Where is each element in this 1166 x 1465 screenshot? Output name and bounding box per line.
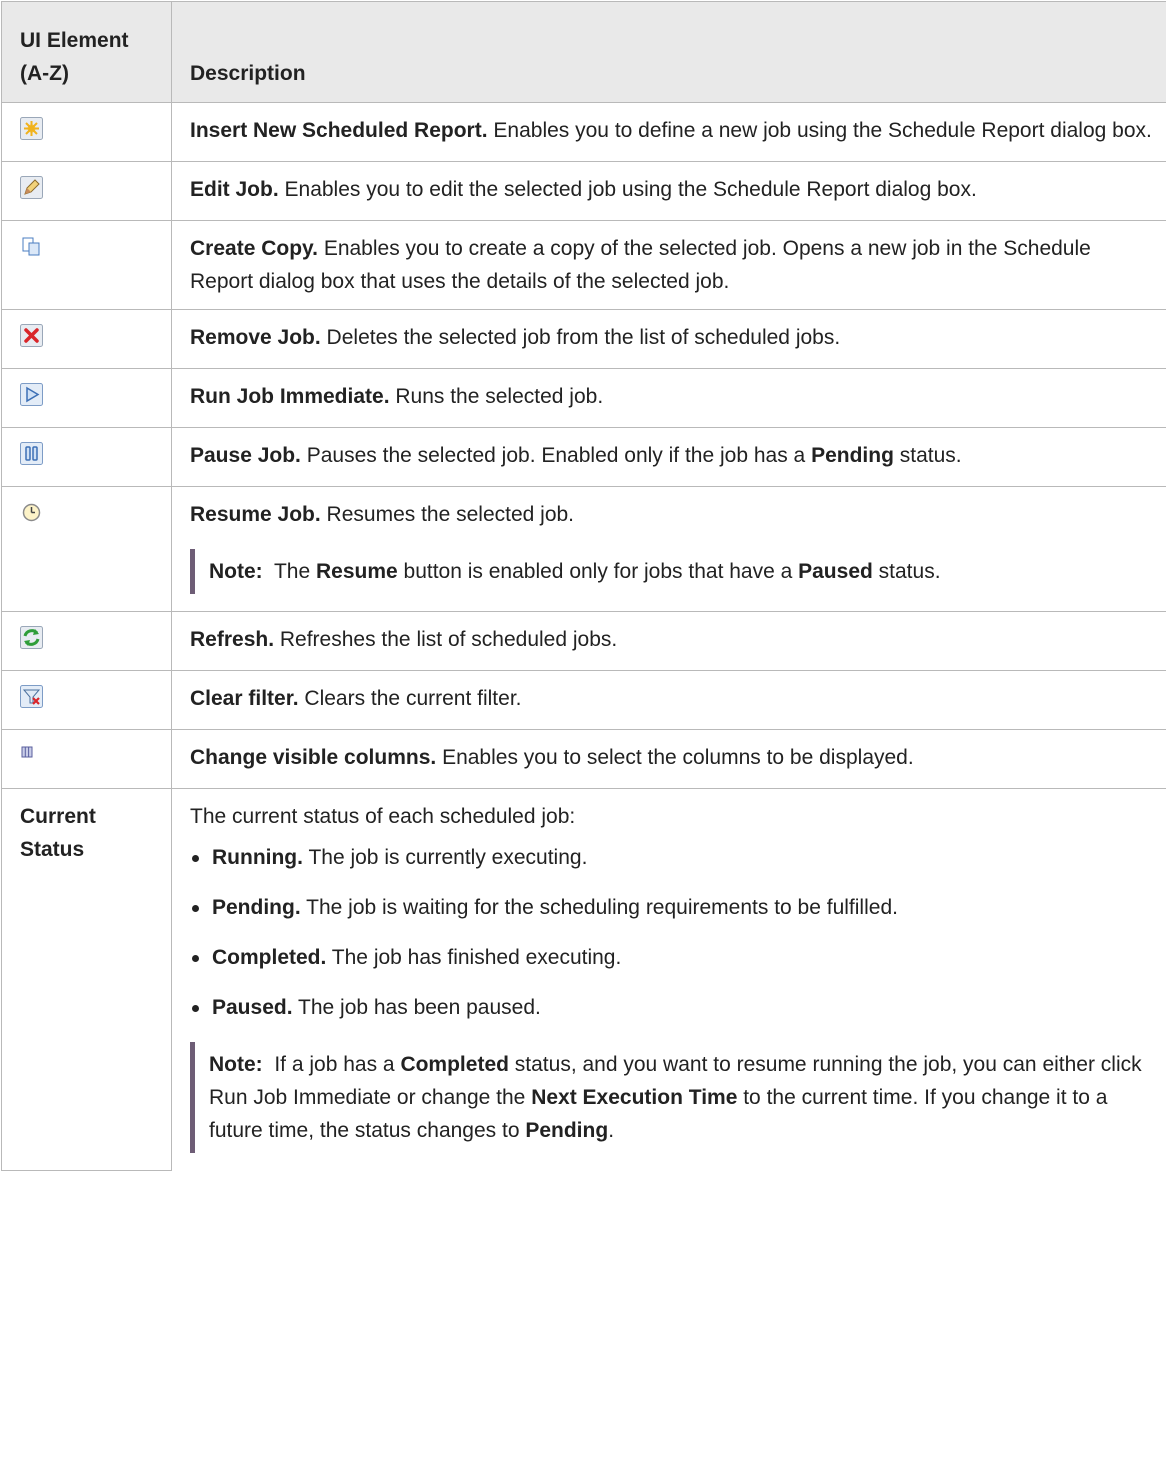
table-row: Refresh. Refreshes the list of scheduled… [1, 611, 1166, 671]
row-text: Runs the selected job. [389, 385, 604, 408]
row-text: Enables you to select the columns to be … [436, 746, 914, 769]
row-title: Clear filter. [190, 687, 299, 710]
status-text: The job has finished executing. [326, 946, 622, 969]
copy-icon [20, 235, 43, 258]
description-cell: The current status of each scheduled job… [171, 788, 1166, 1170]
element-cell-current-status: Current Status [1, 788, 172, 1171]
note-text: The [262, 560, 316, 583]
table-row: Resume Job. Resumes the selected job. No… [1, 486, 1166, 612]
table-row: Insert New Scheduled Report. Enables you… [1, 102, 1166, 162]
table-row: Current Status The current status of eac… [1, 788, 1166, 1171]
status-label: Pending. [212, 896, 301, 919]
row-text: Clears the current filter. [298, 687, 522, 710]
row-title: Insert New Scheduled Report. [190, 119, 488, 142]
list-item: Paused. The job has been paused. [190, 991, 1156, 1024]
row-text: Enables you to define a new job using th… [487, 119, 1152, 142]
note-bold: Completed [400, 1053, 509, 1076]
description-cell: Insert New Scheduled Report. Enables you… [171, 102, 1166, 162]
note-box: Note: If a job has a Completed status, a… [190, 1042, 1156, 1153]
element-cell [1, 670, 172, 730]
row-text: Enables you to create a copy of the sele… [190, 237, 1091, 293]
pause-icon [20, 442, 43, 465]
description-cell: Run Job Immediate. Runs the selected job… [171, 368, 1166, 428]
element-cell [1, 729, 172, 789]
note-box: Note: The Resume button is enabled only … [190, 549, 1156, 594]
status-label: Completed. [212, 946, 327, 969]
row-title: Run Job Immediate. [190, 385, 390, 408]
row-title: Resume Job. [190, 503, 321, 526]
note-text: . [608, 1119, 615, 1142]
table-row: Run Job Immediate. Runs the selected job… [1, 368, 1166, 428]
header-row: UI Element (A-Z) Description [1, 1, 1166, 103]
row-text: Deletes the selected job from the list o… [320, 326, 841, 349]
row-title: Edit Job. [190, 178, 279, 201]
note-label: Note: [209, 1053, 263, 1076]
element-cell [1, 486, 172, 612]
element-cell [1, 611, 172, 671]
row-bold: Pending [811, 444, 894, 467]
row-text: Resumes the selected job. [320, 503, 575, 526]
columns-icon [20, 744, 43, 767]
note-label: Note: [209, 560, 263, 583]
description-cell: Pause Job. Pauses the selected job. Enab… [171, 427, 1166, 487]
remove-x-icon [20, 324, 43, 347]
row-title: Pause Job. [190, 444, 301, 467]
status-text: The job has been paused. [292, 996, 541, 1019]
list-item: Completed. The job has finished executin… [190, 941, 1156, 974]
header-ui-element: UI Element (A-Z) [1, 1, 172, 103]
edit-pencil-icon [20, 176, 43, 199]
insert-new-icon [20, 117, 43, 140]
element-cell [1, 309, 172, 369]
note-text: If a job has a [262, 1053, 401, 1076]
status-label: Paused. [212, 996, 293, 1019]
description-cell: Refresh. Refreshes the list of scheduled… [171, 611, 1166, 671]
row-title: Refresh. [190, 628, 275, 651]
description-cell: Create Copy. Enables you to create a cop… [171, 220, 1166, 310]
play-icon [20, 383, 43, 406]
status-list: Running. The job is currently executing.… [190, 841, 1156, 1024]
description-cell: Clear filter. Clears the current filter. [171, 670, 1166, 730]
table-row: Edit Job. Enables you to edit the select… [1, 161, 1166, 221]
description-cell: Change visible columns. Enables you to s… [171, 729, 1166, 789]
row-text: Refreshes the list of scheduled jobs. [274, 628, 618, 651]
description-cell: Edit Job. Enables you to edit the select… [171, 161, 1166, 221]
row-title: Create Copy. [190, 237, 318, 260]
row-text: Enables you to edit the selected job usi… [278, 178, 977, 201]
element-cell [1, 427, 172, 487]
list-item: Running. The job is currently executing. [190, 841, 1156, 874]
row-title: Remove Job. [190, 326, 321, 349]
row-text: Pauses the selected job. Enabled only if… [300, 444, 812, 467]
table-row: Remove Job. Deletes the selected job fro… [1, 309, 1166, 369]
description-cell: Resume Job. Resumes the selected job. No… [171, 486, 1166, 612]
status-text: The job is currently executing. [302, 846, 588, 869]
clock-icon [20, 501, 43, 524]
note-bold: Pending [525, 1119, 609, 1142]
note-bold: Resume [315, 560, 398, 583]
status-intro: The current status of each scheduled job… [190, 805, 576, 828]
element-cell [1, 102, 172, 162]
header-description: Description [171, 1, 1166, 103]
status-text: The job is waiting for the scheduling re… [300, 896, 898, 919]
note-text: status. [872, 560, 941, 583]
element-cell [1, 161, 172, 221]
note-bold: Paused [798, 560, 873, 583]
refresh-icon [20, 626, 43, 649]
note-bold: Next Execution Time [531, 1086, 738, 1109]
table-row: Clear filter. Clears the current filter. [1, 670, 1166, 730]
status-label: Running. [212, 846, 303, 869]
note-text: button is enabled only for jobs that hav… [397, 560, 799, 583]
description-cell: Remove Job. Deletes the selected job fro… [171, 309, 1166, 369]
element-cell [1, 368, 172, 428]
table-row: Change visible columns. Enables you to s… [1, 729, 1166, 789]
row-text: status. [893, 444, 962, 467]
element-cell [1, 220, 172, 310]
ui-elements-table: UI Element (A-Z) Description Insert New … [1, 1, 1166, 1171]
row-title: Change visible columns. [190, 746, 437, 769]
table-row: Pause Job. Pauses the selected job. Enab… [1, 427, 1166, 487]
table-row: Create Copy. Enables you to create a cop… [1, 220, 1166, 310]
clear-filter-icon [20, 685, 43, 708]
list-item: Pending. The job is waiting for the sche… [190, 891, 1156, 924]
